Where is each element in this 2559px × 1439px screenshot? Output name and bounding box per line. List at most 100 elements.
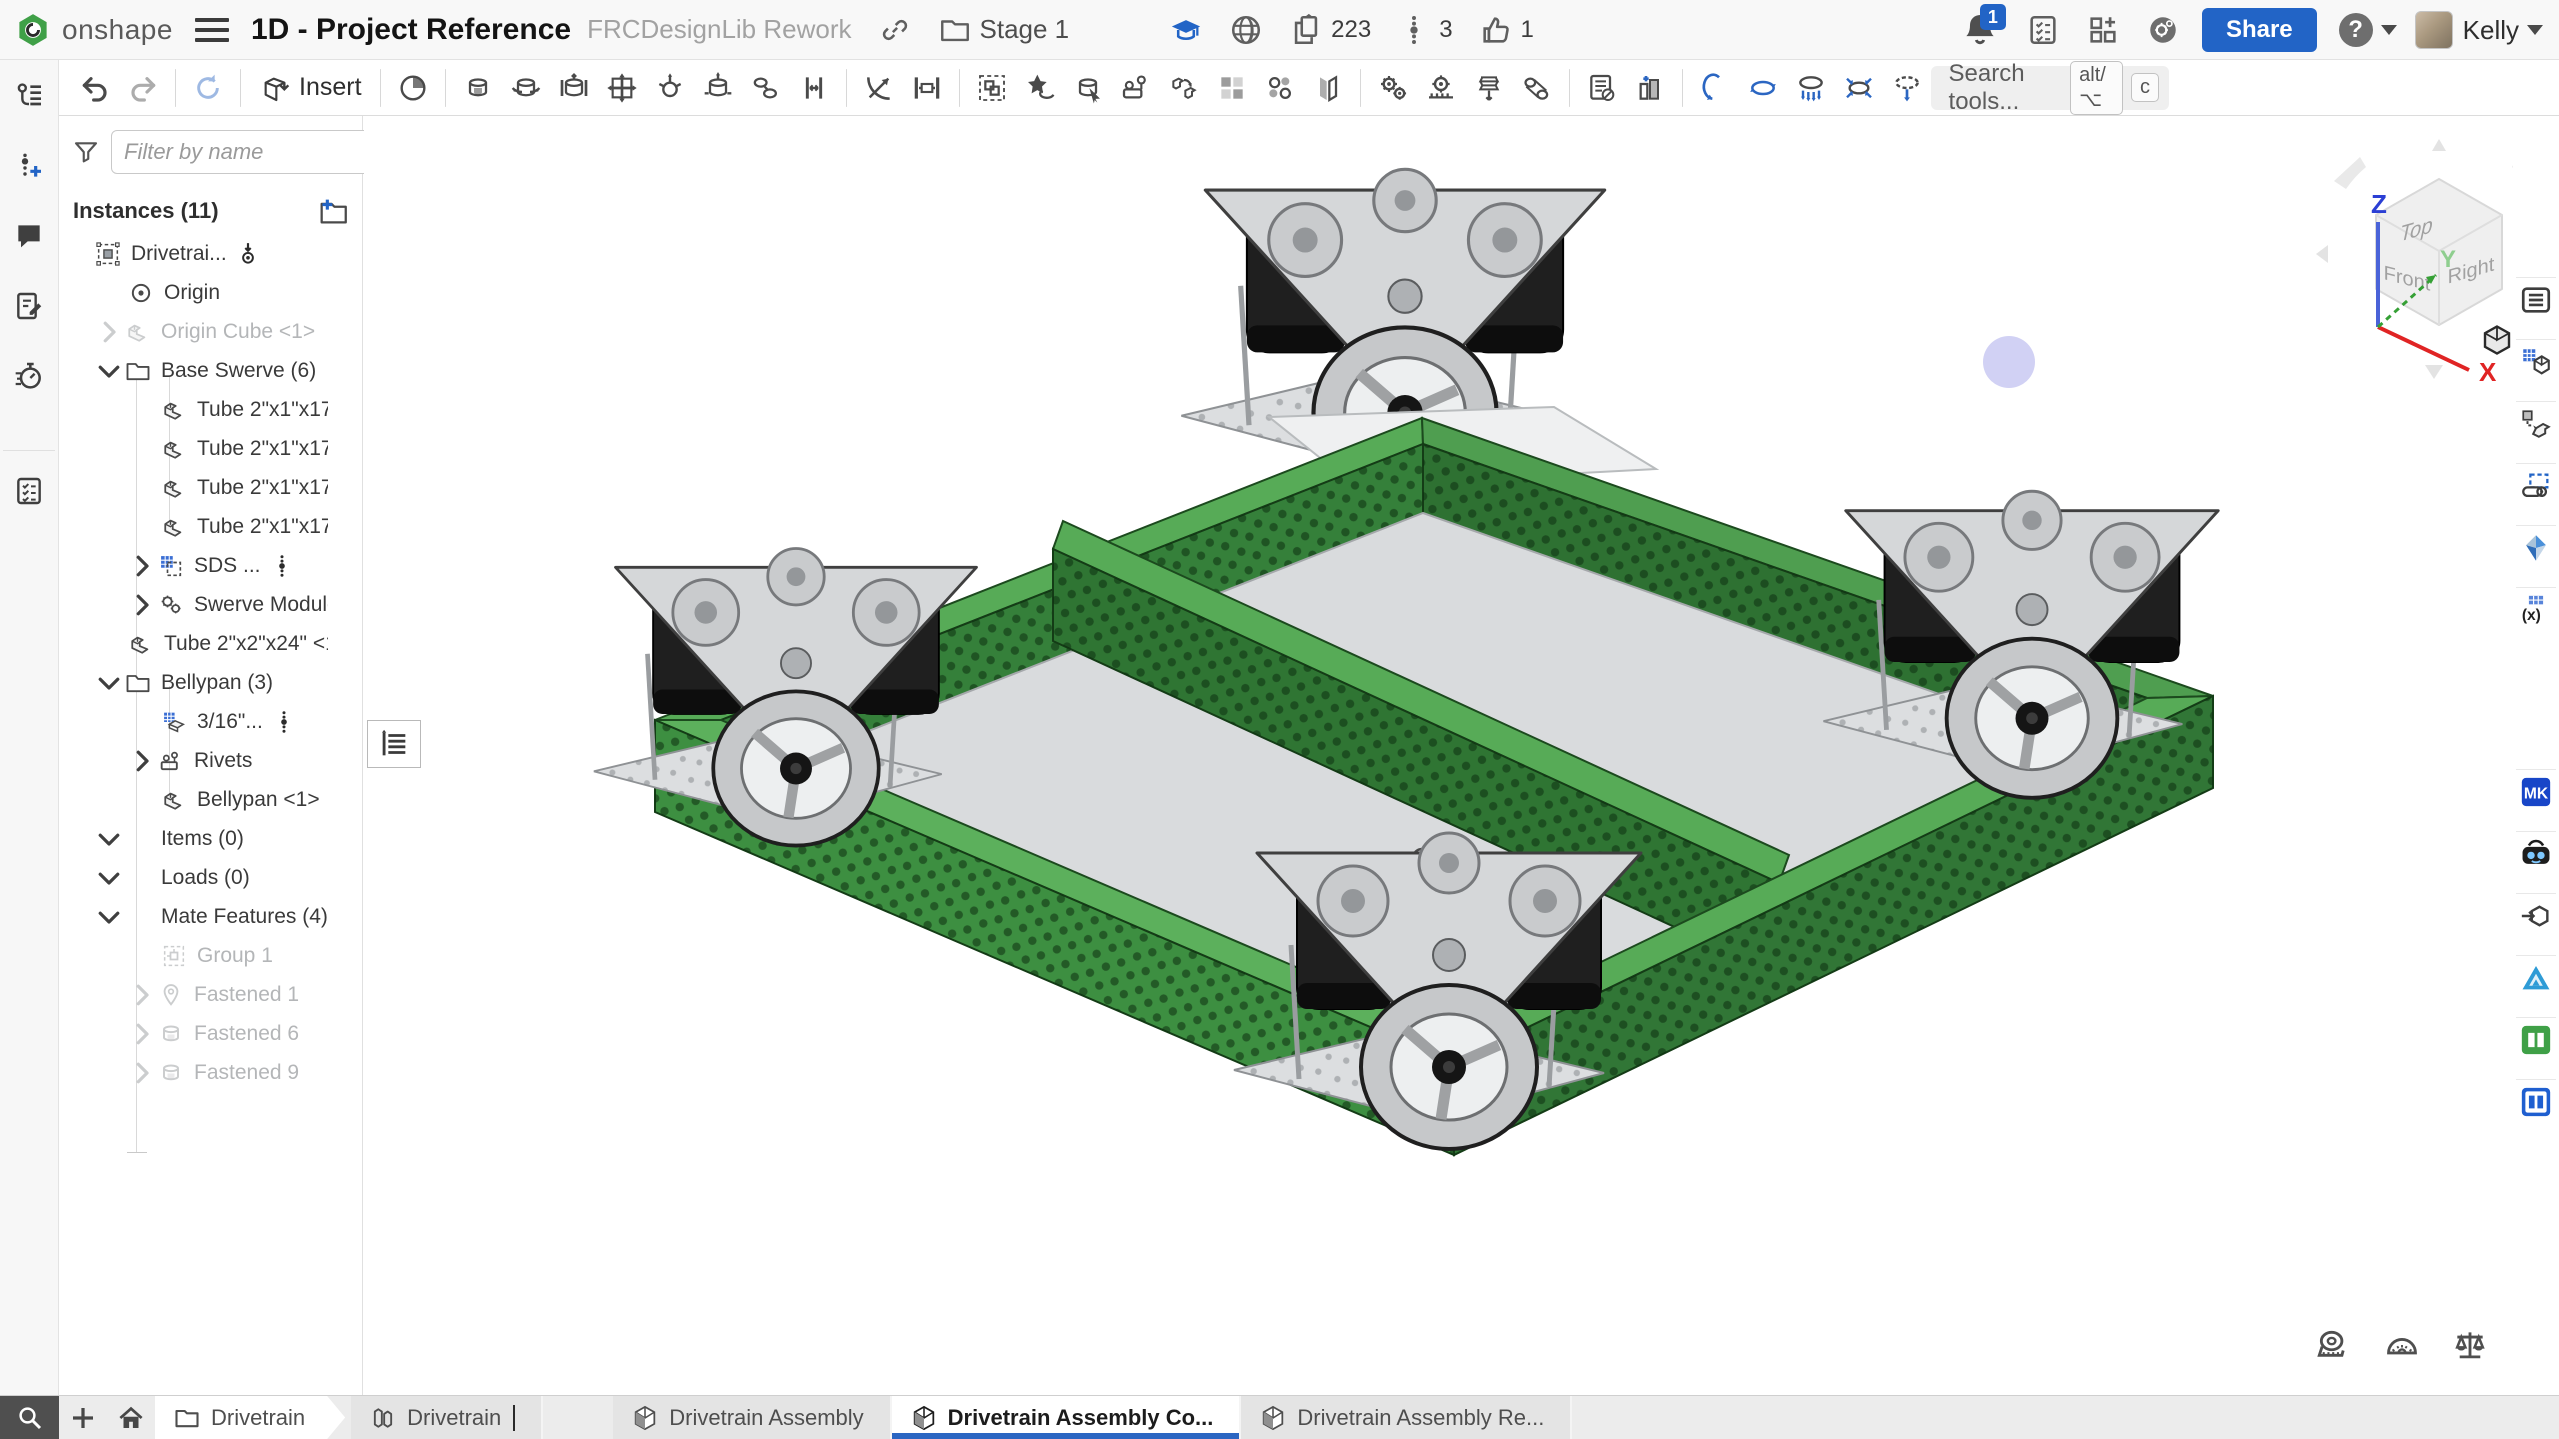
derived-part-button[interactable] (2516, 401, 2556, 441)
redo-button[interactable] (121, 66, 165, 110)
exploded-view-button[interactable] (1628, 66, 1672, 110)
tree-item-tube[interactable]: Tube 2"x1"x17.5" <... (59, 429, 362, 468)
gear-relation-button[interactable] (1371, 66, 1415, 110)
app-green-book-button[interactable] (2516, 1017, 2556, 1057)
onshape-logo[interactable]: onshape (0, 11, 173, 49)
likes-icon[interactable] (1479, 13, 1513, 47)
animate-loop-button[interactable] (1741, 66, 1785, 110)
add-folder-button[interactable] (316, 194, 350, 228)
app-export-button[interactable] (2516, 893, 2556, 933)
tree-item-group-1[interactable]: Group 1 (59, 936, 362, 975)
tree-section-items[interactable]: Items (0) (59, 819, 362, 858)
section-view-button[interactable] (1306, 66, 1350, 110)
tree-item-tube[interactable]: Tube 2"x1"x17.5" <... (59, 507, 362, 546)
search-tools-box[interactable]: Search tools... alt/⌥ c (1931, 66, 2169, 110)
model-canvas[interactable]: Top Front Right Z X Y (364, 117, 2513, 1395)
mate-revolute-button[interactable] (504, 66, 548, 110)
copies-icon[interactable] (1289, 13, 1323, 47)
tree-section-loads[interactable]: Loads (0) (59, 858, 362, 897)
spring-relation-button[interactable] (1467, 66, 1511, 110)
tab-manager-button[interactable] (0, 1396, 59, 1439)
tasks-button[interactable] (3, 450, 55, 512)
toolbar-separator[interactable] (1360, 69, 1361, 107)
notifications-button[interactable]: 1 (1960, 10, 2000, 50)
tab-folder-drivetrain[interactable]: Drivetrain (155, 1396, 345, 1439)
tree-item-bellypan-folder[interactable]: Bellypan (3) (59, 663, 362, 702)
release-tasks-icon[interactable] (2026, 13, 2060, 47)
mate-ball-button[interactable] (648, 66, 692, 110)
mate-cylindrical-button[interactable] (696, 66, 740, 110)
tab-drivetrain-assembly[interactable]: Drivetrain Assembly (613, 1396, 891, 1439)
configurations-button[interactable] (2516, 339, 2556, 379)
app-blue-book-button[interactable] (2516, 1079, 2556, 1119)
limit-mate-button[interactable] (905, 66, 949, 110)
copy-link-icon[interactable] (878, 13, 912, 47)
notes-button[interactable] (7, 284, 51, 328)
new-tab-button[interactable] (59, 1396, 107, 1439)
tree-item-origin[interactable]: Origin (59, 273, 362, 312)
app-mkcad-button[interactable] (2516, 769, 2556, 809)
tab-drivetrain-assembly-ref[interactable]: Drivetrain Assembly Re... (1241, 1396, 1572, 1439)
toolbar-separator[interactable] (380, 69, 381, 107)
belt-relation-button[interactable] (1515, 66, 1559, 110)
replicate-button[interactable] (1162, 66, 1206, 110)
undo-button[interactable] (73, 66, 117, 110)
tab-partstudio-drivetrain[interactable]: Drivetrain (351, 1396, 543, 1439)
mass-properties-button[interactable] (2451, 1325, 2491, 1365)
tree-item-bellypan[interactable]: Bellypan <1> (59, 780, 362, 819)
tree-item-tube[interactable]: Tube 2"x1"x17.5" <... (59, 468, 362, 507)
user-menu-caret-icon[interactable] (2527, 25, 2543, 35)
view-mode-dropdown[interactable] (2479, 322, 2513, 358)
followers-icon[interactable] (1397, 13, 1431, 47)
share-button[interactable]: Share (2202, 8, 2317, 52)
insert-button[interactable]: Insert (249, 68, 372, 108)
user-name[interactable]: Kelly (2463, 15, 2519, 46)
toolbar-separator[interactable] (1682, 69, 1683, 107)
favorites-mate-button[interactable] (1018, 66, 1062, 110)
structure-panel-toggle[interactable] (367, 720, 421, 768)
tree-item-rivets[interactable]: Rivets (59, 741, 362, 780)
animate-drop-button[interactable] (1789, 66, 1833, 110)
toolbar-separator[interactable] (240, 69, 241, 107)
avatar[interactable] (2415, 11, 2453, 49)
help-caret-icon[interactable] (2381, 25, 2397, 35)
tree-item-base-swerve[interactable]: Base Swerve (6) (59, 351, 362, 390)
app-store-icon[interactable] (2086, 13, 2120, 47)
tree-item-swerve-modules[interactable]: Swerve Modules (59, 585, 362, 624)
document-title[interactable]: 1D - Project Reference (251, 13, 571, 47)
mate-slider-button[interactable] (552, 66, 596, 110)
toolbar-separator[interactable] (175, 69, 176, 107)
toolbar-separator[interactable] (846, 69, 847, 107)
bom-button[interactable] (1580, 66, 1624, 110)
select-parts-button[interactable] (1066, 66, 1110, 110)
learning-center-icon[interactable] (2146, 13, 2180, 47)
tree-item-sds[interactable]: SDS ... (59, 546, 362, 585)
app-triangle-button[interactable] (2516, 955, 2556, 995)
tree-item-fastened-9[interactable]: Fastened 9 (59, 1053, 362, 1092)
pattern-button[interactable] (1210, 66, 1254, 110)
toolbar-separator[interactable] (959, 69, 960, 107)
tree-item-fastened-6[interactable]: Fastened 6 (59, 1014, 362, 1053)
group-button[interactable] (970, 66, 1014, 110)
mate-planar-button[interactable] (600, 66, 644, 110)
app-pinwheel-button[interactable] (2516, 525, 2556, 565)
tab-drivetrain-assembly-copy[interactable]: Drivetrain Assembly Co... (892, 1396, 1242, 1439)
mate-parallel-button[interactable] (792, 66, 836, 110)
tree-item-fastened-1[interactable]: Fastened 1 (59, 975, 362, 1014)
workspace-folder-icon[interactable] (938, 13, 972, 47)
workspace-label[interactable]: Stage 1 (980, 14, 1070, 45)
performance-button[interactable] (7, 354, 51, 398)
assembly-3d-view[interactable] (364, 117, 2513, 1395)
tree-item-sheet[interactable]: 3/16"... (59, 702, 362, 741)
animate-collapse-button[interactable] (1837, 66, 1881, 110)
edu-badge-icon[interactable] (1169, 13, 1203, 47)
reference-sketch-button[interactable] (2516, 463, 2556, 503)
tree-item-drivetrain-assembly[interactable]: Drivetrai... (59, 234, 362, 273)
toolbar-separator[interactable] (445, 69, 446, 107)
home-tab-button[interactable] (107, 1396, 155, 1439)
help-button[interactable]: ? (2339, 13, 2373, 47)
insert-item-button[interactable] (7, 144, 51, 188)
display-states-button[interactable] (1114, 66, 1158, 110)
comments-button[interactable] (7, 214, 51, 258)
tree-item-origin-cube[interactable]: Origin Cube <1> (59, 312, 362, 351)
